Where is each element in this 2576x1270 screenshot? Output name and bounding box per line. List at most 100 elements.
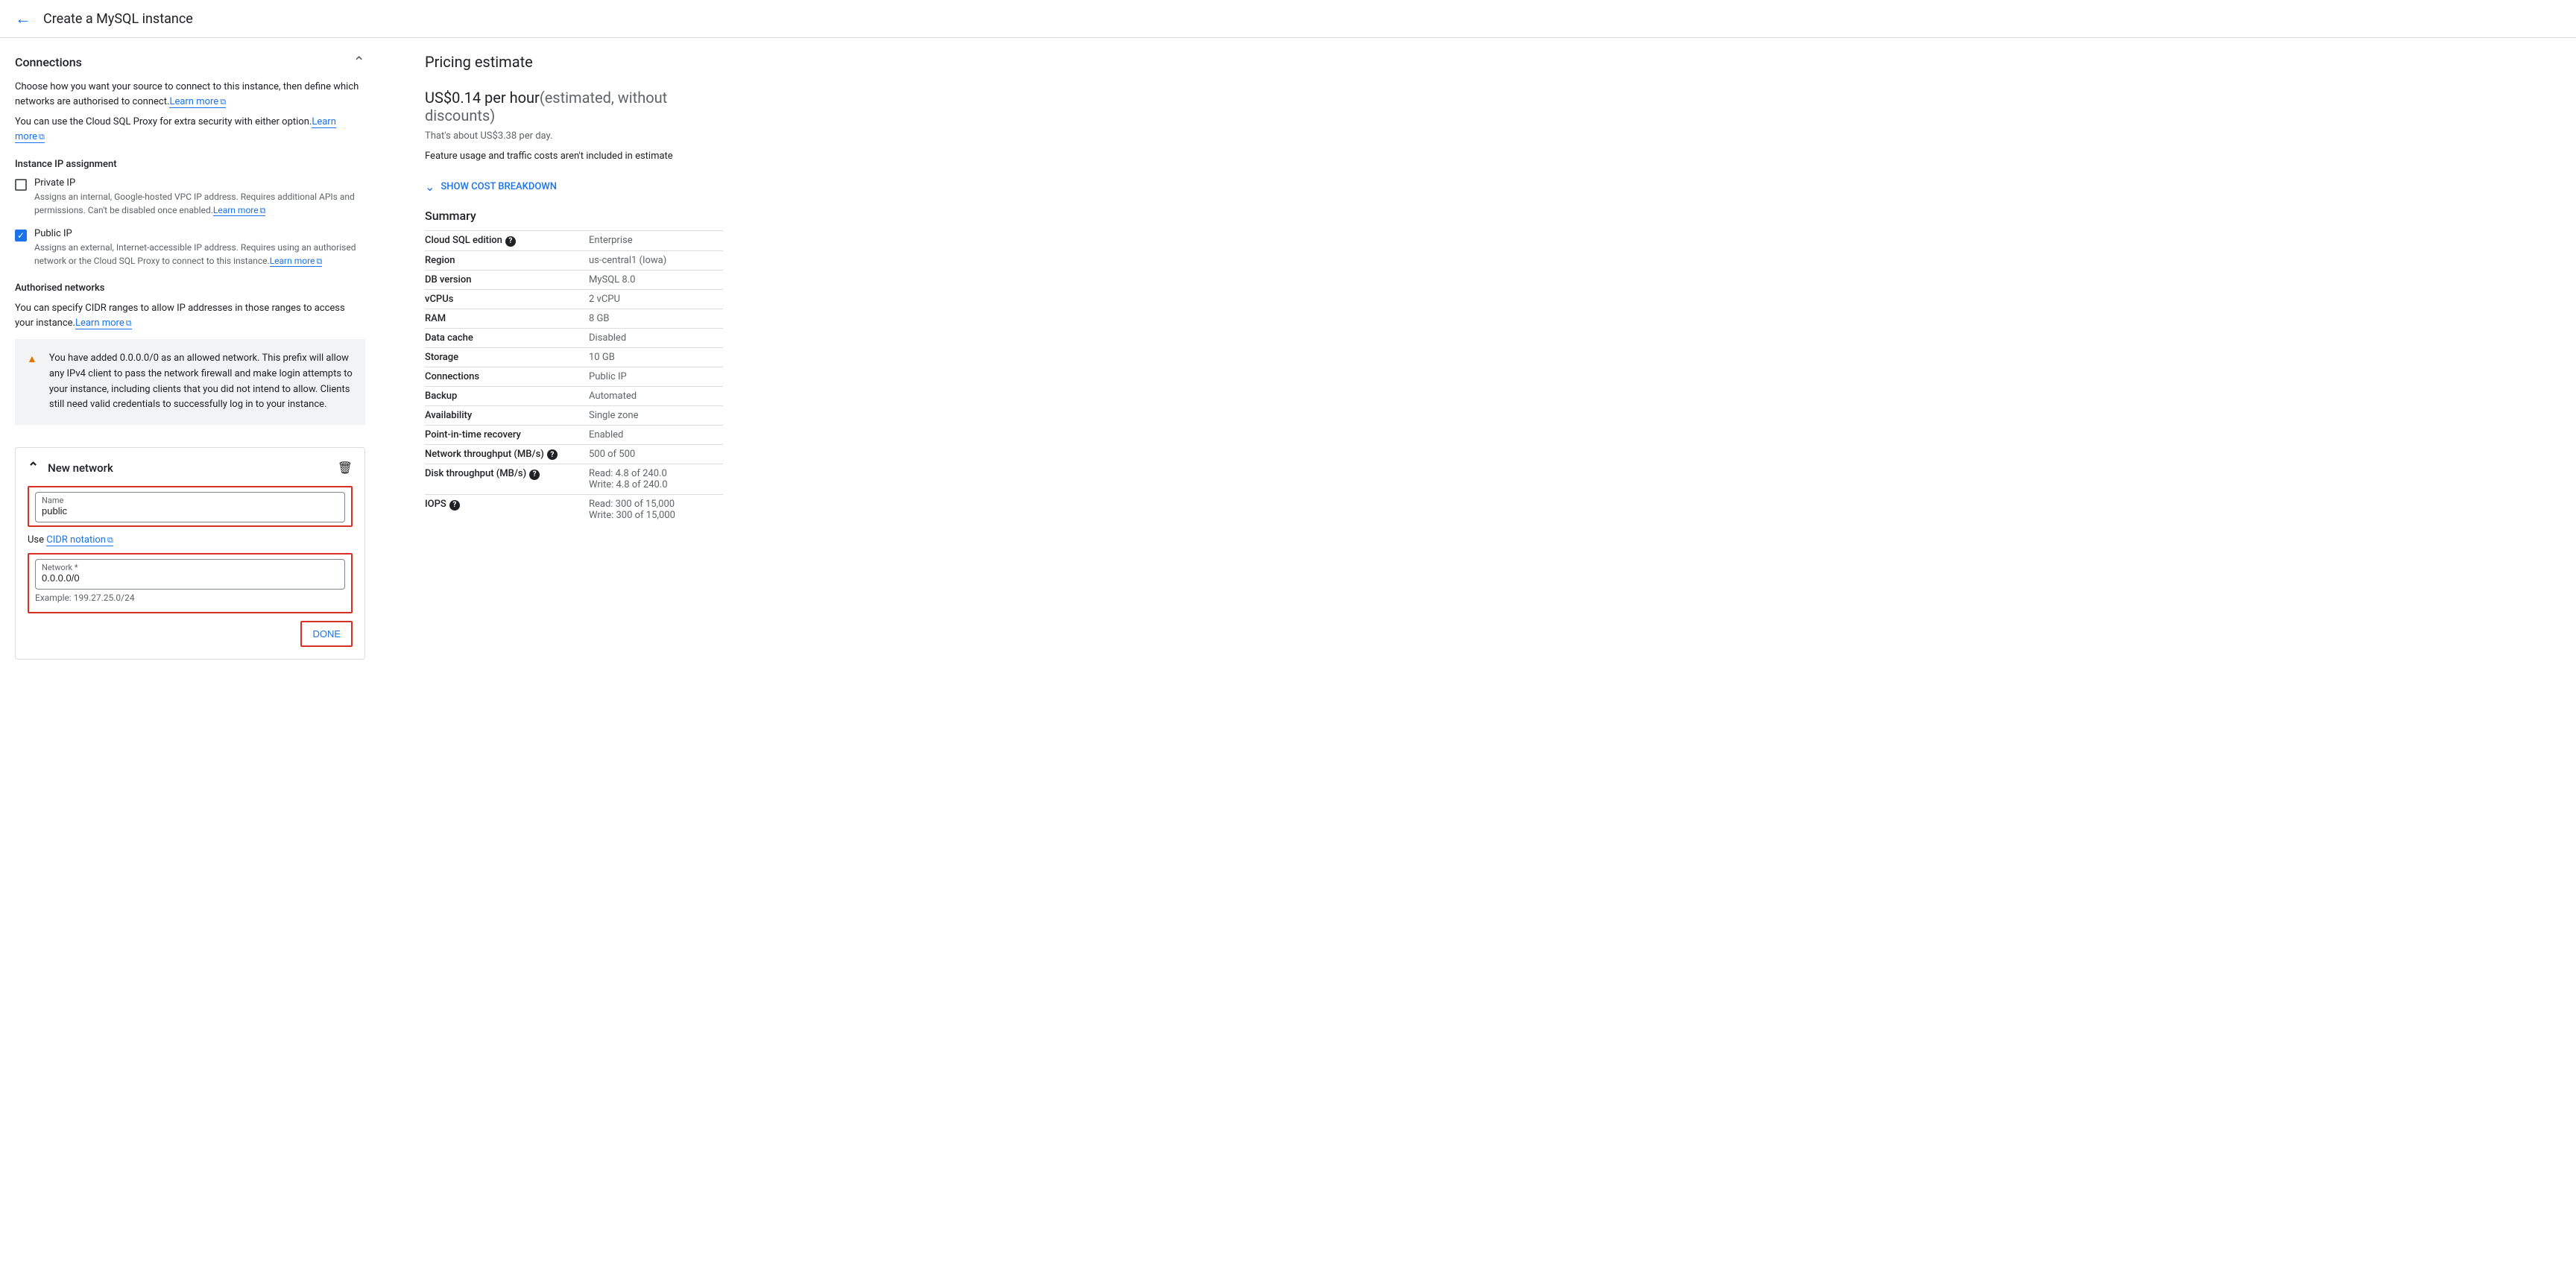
network-input[interactable]: [42, 572, 338, 584]
summary-value: Public IP: [589, 367, 723, 386]
summary-key: Region: [425, 250, 589, 270]
private-ip-checkbox[interactable]: [15, 179, 27, 191]
summary-key: Network throughput (MB/s)?: [425, 444, 589, 464]
learn-more-link-3[interactable]: Learn more⧉: [213, 205, 266, 216]
public-ip-checkbox[interactable]: ✓: [15, 230, 27, 241]
help-icon[interactable]: ?: [505, 236, 516, 247]
summary-key: Connections: [425, 367, 589, 386]
summary-key: Storage: [425, 347, 589, 367]
public-ip-desc: Assigns an external, Internet-accessible…: [34, 241, 365, 268]
network-example: Example: 199.27.25.0/24: [35, 593, 345, 603]
external-link-icon: ⧉: [39, 132, 45, 142]
private-ip-label: Private IP: [34, 177, 365, 189]
summary-value: 500 of 500: [589, 444, 723, 464]
summary-row: vCPUs2 vCPU: [425, 289, 723, 309]
help-icon[interactable]: ?: [449, 500, 460, 511]
summary-key: Backup: [425, 386, 589, 405]
connections-section-header: Connections ⌃: [15, 53, 365, 71]
auth-networks-title: Authorised networks: [15, 282, 365, 294]
summary-row: Regionus-central1 (Iowa): [425, 250, 723, 270]
summary-value: Read: 4.8 of 240.0Write: 4.8 of 240.0: [589, 464, 723, 495]
learn-more-link-4[interactable]: Learn more⧉: [270, 256, 323, 267]
summary-value: 2 vCPU: [589, 289, 723, 309]
help-icon[interactable]: ?: [529, 470, 540, 480]
feature-note: Feature usage and traffic costs aren't i…: [425, 151, 723, 162]
summary-value: Single zone: [589, 405, 723, 425]
summary-key: vCPUs: [425, 289, 589, 309]
new-network-header: ⌃ New network 🗑: [28, 460, 353, 476]
summary-value: Automated: [589, 386, 723, 405]
network-input-group: Network * Example: 199.27.25.0/24: [28, 553, 353, 613]
right-panel: Pricing estimate US$0.14 per hour(estima…: [425, 53, 723, 660]
summary-key: Availability: [425, 405, 589, 425]
chevron-up-icon[interactable]: ⌃: [28, 460, 39, 476]
network-label: Network *: [42, 563, 338, 572]
summary-value: MySQL 8.0: [589, 270, 723, 289]
left-panel: Connections ⌃ Choose how you want your s…: [15, 53, 365, 660]
summary-value: Enabled: [589, 425, 723, 444]
name-input[interactable]: [42, 505, 338, 516]
ip-assignment-title: Instance IP assignment: [15, 159, 365, 170]
summary-key: Cloud SQL edition?: [425, 231, 589, 251]
summary-value: 8 GB: [589, 309, 723, 328]
summary-value: Disabled: [589, 328, 723, 347]
help-icon[interactable]: ?: [547, 449, 558, 460]
summary-row: Disk throughput (MB/s)?Read: 4.8 of 240.…: [425, 464, 723, 495]
connections-desc-2: You can use the Cloud SQL Proxy for extr…: [15, 115, 365, 144]
page-title: Create a MySQL instance: [43, 11, 193, 27]
daily-estimate: That's about US$3.38 per day.: [425, 130, 723, 142]
learn-more-link-1[interactable]: Learn more⧉: [169, 96, 226, 108]
summary-value: Read: 300 of 15,000Write: 300 of 15,000: [589, 495, 723, 525]
auth-networks-desc: You can specify CIDR ranges to allow IP …: [15, 301, 365, 330]
summary-table: Cloud SQL edition?EnterpriseRegionus-cen…: [425, 230, 723, 525]
summary-key: RAM: [425, 309, 589, 328]
show-cost-breakdown[interactable]: ⌄ SHOW COST BREAKDOWN: [425, 180, 723, 194]
private-ip-desc: Assigns an internal, Google-hosted VPC I…: [34, 190, 365, 218]
warning-text: You have added 0.0.0.0/0 as an allowed n…: [49, 351, 353, 413]
pricing-title: Pricing estimate: [425, 53, 723, 71]
summary-value: 10 GB: [589, 347, 723, 367]
summary-title: Summary: [425, 209, 723, 223]
external-link-icon: ⧉: [260, 206, 266, 215]
summary-key: IOPS?: [425, 495, 589, 525]
external-link-icon: ⧉: [126, 318, 132, 328]
connections-desc-1: Choose how you want your source to conne…: [15, 80, 365, 109]
summary-row: ConnectionsPublic IP: [425, 367, 723, 386]
public-ip-row: ✓ Public IP Assigns an external, Interne…: [15, 228, 365, 268]
learn-more-link-5[interactable]: Learn more⧉: [75, 318, 132, 329]
summary-row: Point-in-time recoveryEnabled: [425, 425, 723, 444]
summary-key: Data cache: [425, 328, 589, 347]
cidr-text: Use CIDR notation⧉: [28, 534, 353, 546]
external-link-icon: ⧉: [107, 535, 113, 545]
summary-row: Cloud SQL edition?Enterprise: [425, 231, 723, 251]
content: Connections ⌃ Choose how you want your s…: [0, 38, 2576, 675]
cidr-notation-link[interactable]: CIDR notation⧉: [46, 534, 113, 546]
summary-key: Disk throughput (MB/s)?: [425, 464, 589, 495]
connections-title: Connections: [15, 55, 82, 69]
summary-row: Storage10 GB: [425, 347, 723, 367]
name-label: Name: [42, 496, 338, 505]
external-link-icon: ⧉: [316, 256, 322, 266]
external-link-icon: ⧉: [220, 97, 226, 107]
trash-icon[interactable]: 🗑: [338, 461, 353, 475]
new-network-title: New network: [48, 461, 113, 475]
new-network-card: ⌃ New network 🗑 Name Use CIDR notation⧉ …: [15, 447, 365, 660]
done-button[interactable]: DONE: [300, 621, 353, 647]
summary-value: Enterprise: [589, 231, 723, 251]
summary-row: RAM8 GB: [425, 309, 723, 328]
name-input-group: Name: [28, 486, 353, 527]
chevron-down-icon: ⌄: [425, 180, 435, 194]
warning-box: ▲ You have added 0.0.0.0/0 as an allowed…: [15, 339, 365, 425]
summary-key: DB version: [425, 270, 589, 289]
summary-row: BackupAutomated: [425, 386, 723, 405]
warning-icon: ▲: [27, 353, 37, 365]
summary-row: DB versionMySQL 8.0: [425, 270, 723, 289]
summary-row: Network throughput (MB/s)?500 of 500: [425, 444, 723, 464]
summary-row: Data cacheDisabled: [425, 328, 723, 347]
summary-row: AvailabilitySingle zone: [425, 405, 723, 425]
summary-key: Point-in-time recovery: [425, 425, 589, 444]
back-arrow-icon[interactable]: ←: [15, 9, 31, 28]
chevron-up-icon[interactable]: ⌃: [353, 53, 365, 71]
public-ip-label: Public IP: [34, 228, 365, 239]
private-ip-row: Private IP Assigns an internal, Google-h…: [15, 177, 365, 218]
